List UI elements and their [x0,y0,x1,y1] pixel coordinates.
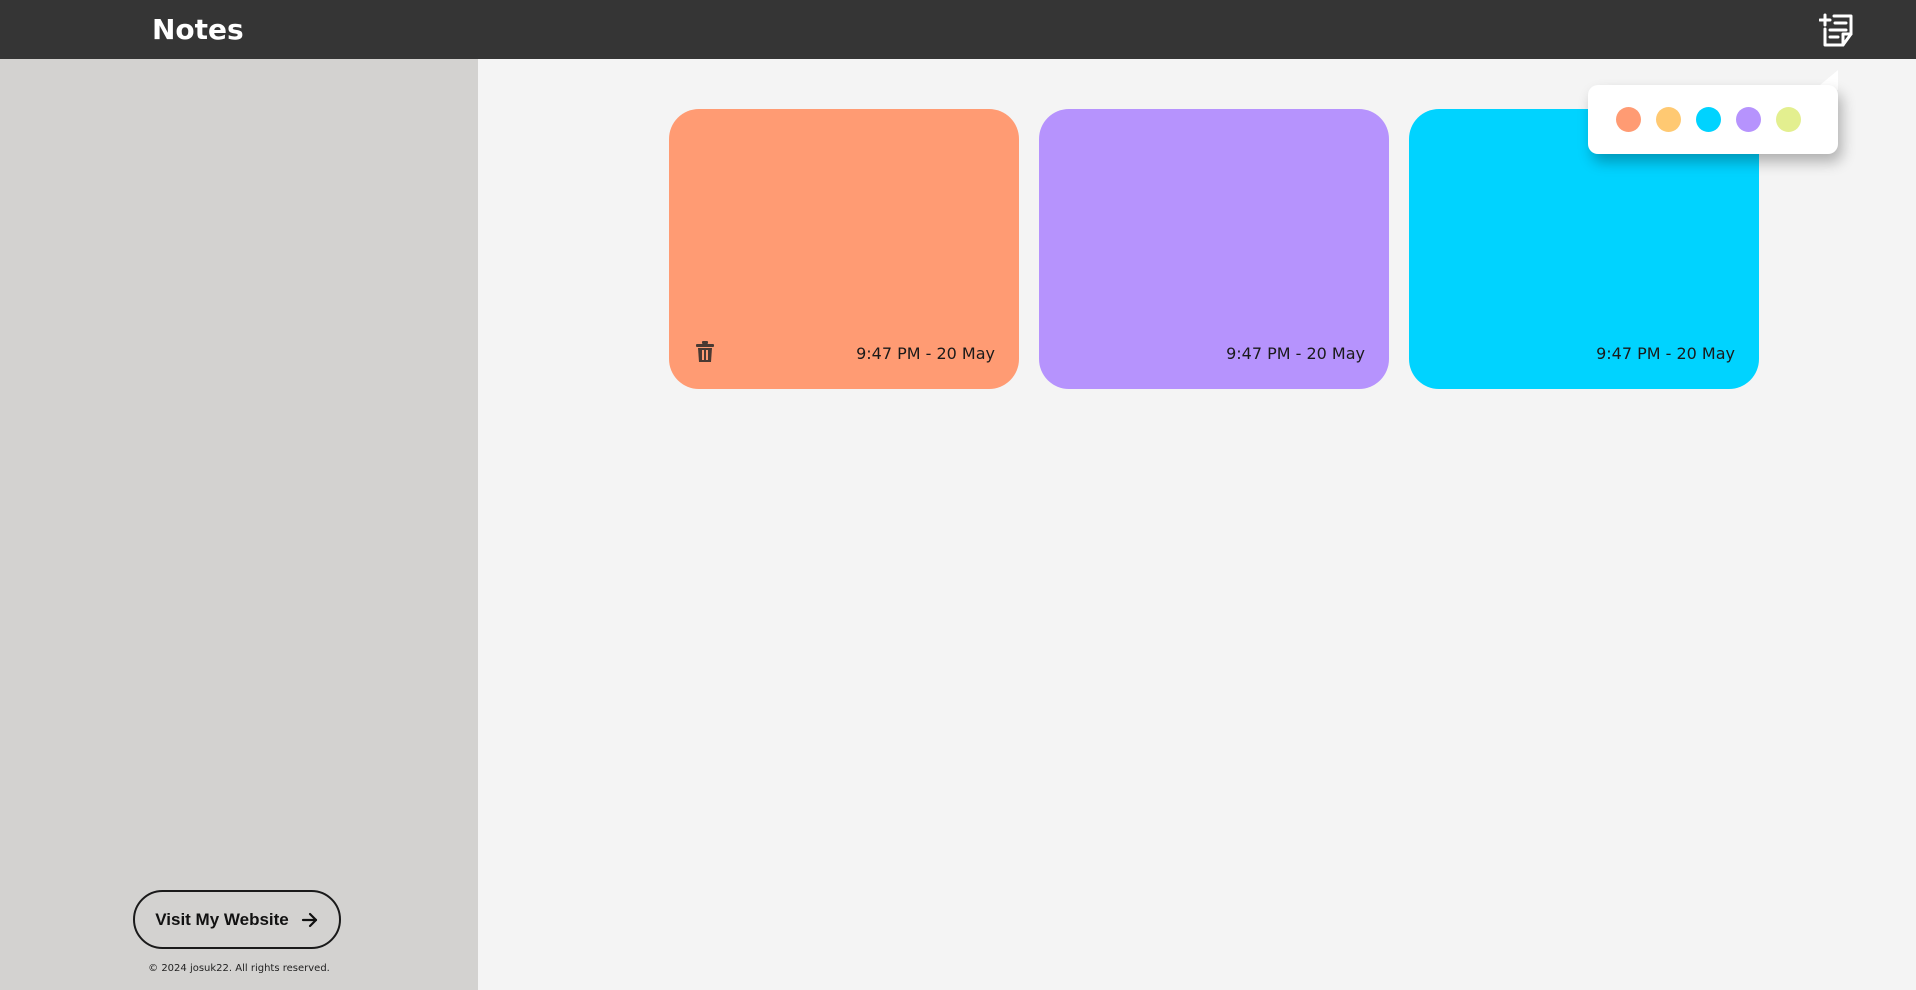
note-timestamp: 9:47 PM - 20 May [856,344,995,363]
note-timestamp: 9:47 PM - 20 May [1596,344,1735,363]
note-card[interactable]: 9:47 PM - 20 May [669,109,1019,389]
color-swatch-purple[interactable] [1736,107,1761,132]
sidebar [0,59,478,990]
arrow-right-icon [301,912,317,927]
visit-website-button[interactable]: Visit My Website [133,890,341,949]
note-timestamp: 9:47 PM - 20 May [1226,344,1365,363]
app-title: Notes [152,13,244,46]
visit-website-label: Visit My Website [155,909,289,929]
color-swatch-cyan[interactable] [1696,107,1721,132]
color-swatch-lime[interactable] [1776,107,1801,132]
add-note-button[interactable] [1818,12,1855,48]
color-swatch-yellow[interactable] [1656,107,1681,132]
app-root: Notes Visit My Website © 2024 josuk22. A… [0,0,1916,990]
copyright-text: © 2024 josuk22. All rights reserved. [148,963,330,974]
trash-icon [696,341,714,362]
note-card[interactable]: 9:47 PM - 20 May [1039,109,1389,389]
top-bar: Notes [0,0,1916,59]
add-note-icon [1818,13,1853,47]
color-swatch-orange[interactable] [1616,107,1641,132]
delete-note-button[interactable] [695,341,715,363]
color-palette-popup [1588,85,1838,154]
